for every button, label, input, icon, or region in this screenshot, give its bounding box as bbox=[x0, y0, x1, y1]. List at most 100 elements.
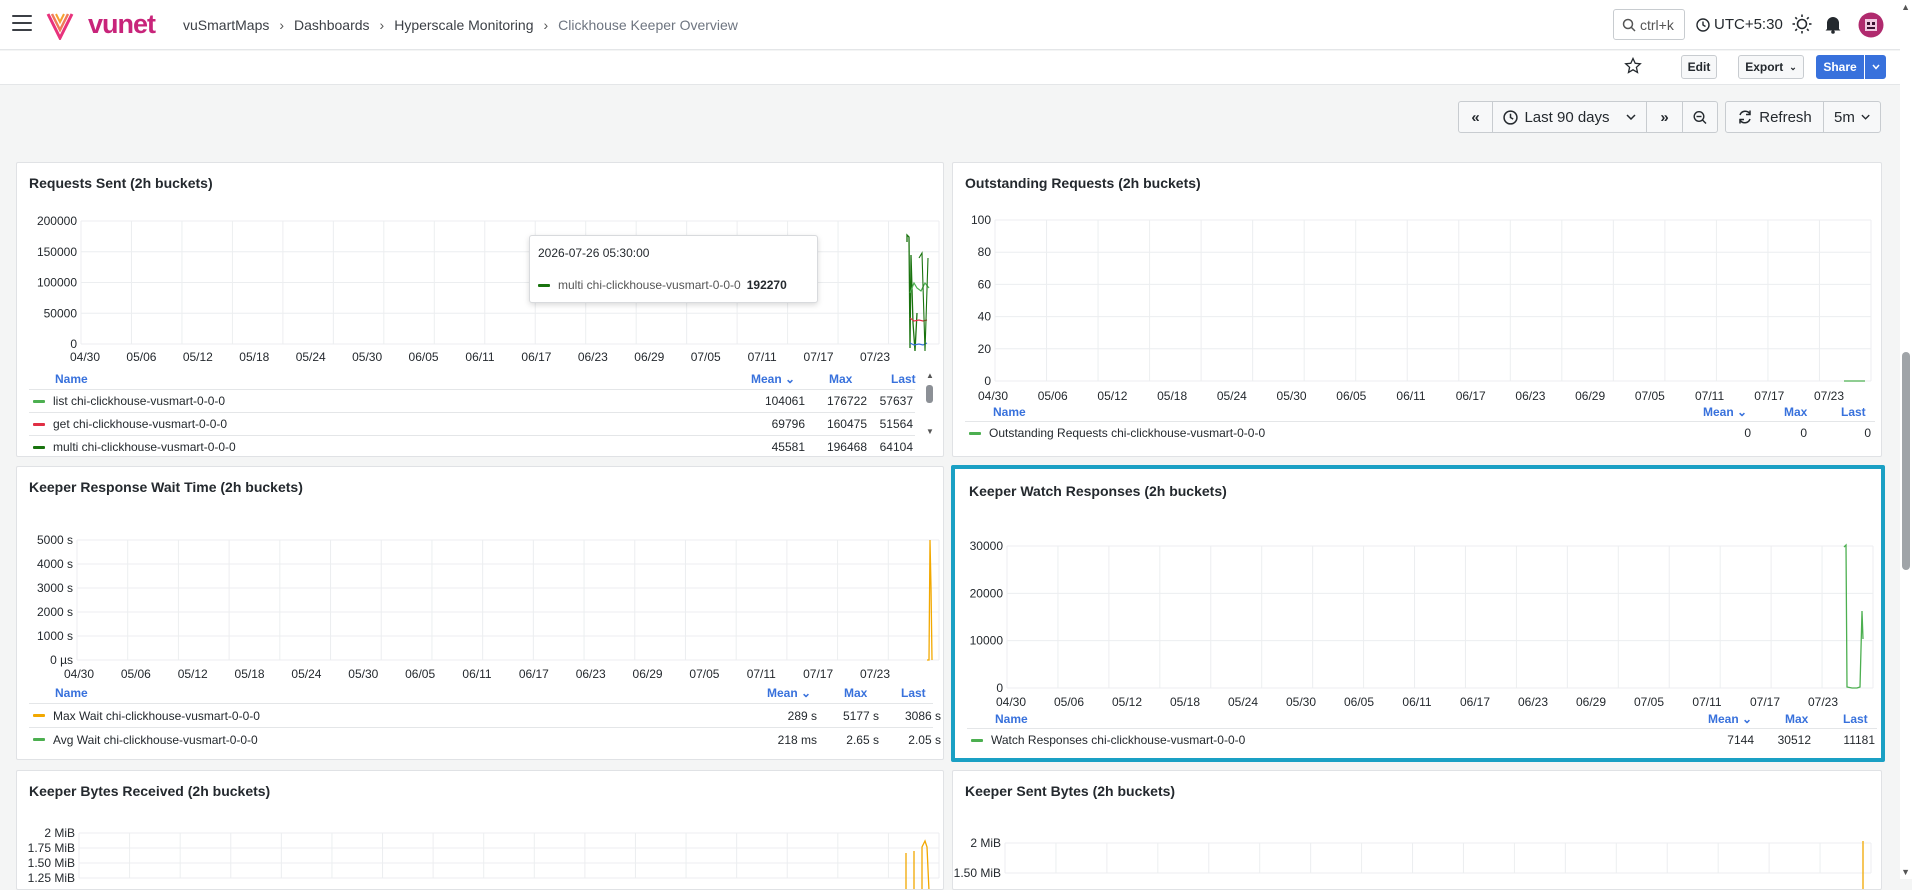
zoom-out-icon bbox=[1693, 110, 1707, 124]
refresh-icon bbox=[1739, 110, 1751, 124]
x-tick-label: 04/30 bbox=[64, 667, 94, 681]
x-tick-label: 05/24 bbox=[1228, 695, 1258, 709]
export-button[interactable]: Export ⌄ bbox=[1738, 55, 1804, 79]
refresh-interval-button[interactable]: 5m bbox=[1824, 102, 1880, 132]
y-tick-label: 4000 s bbox=[37, 557, 73, 571]
legend-row[interactable]: Avg Wait chi-clickhouse-vusmart-0-0-0 218… bbox=[29, 727, 941, 751]
sun-icon[interactable] bbox=[1792, 14, 1812, 34]
legend-mean-header[interactable]: Mean ⌄ bbox=[751, 372, 795, 386]
legend-last-header[interactable]: Last bbox=[1841, 405, 1866, 419]
y-tick-label: 3000 s bbox=[37, 581, 73, 595]
x-tick-label: 04/30 bbox=[996, 695, 1026, 709]
legend-max-value: 160475 bbox=[826, 417, 867, 431]
x-tick-label: 06/17 bbox=[1460, 695, 1490, 709]
breadcrumb-item[interactable]: Dashboards bbox=[294, 17, 370, 33]
x-tick-label: 05/30 bbox=[1277, 389, 1307, 403]
legend-max-header[interactable]: Max bbox=[1785, 712, 1808, 726]
legend-max-header[interactable]: Max bbox=[844, 686, 867, 700]
share-button[interactable]: Share bbox=[1816, 55, 1864, 79]
x-tick-label: 07/23 bbox=[1814, 389, 1844, 403]
legend-row[interactable]: Max Wait chi-clickhouse-vusmart-0-0-0 289… bbox=[29, 703, 941, 727]
scroll-down-icon[interactable]: ▼ bbox=[1901, 867, 1910, 877]
avatar[interactable] bbox=[1858, 12, 1884, 38]
legend-row[interactable]: multi chi-clickhouse-vusmart-0-0-0 45581 1… bbox=[29, 435, 915, 456]
legend-mean-value: 104061 bbox=[764, 394, 805, 408]
series-swatch bbox=[971, 738, 983, 742]
x-tick-label: 05/30 bbox=[352, 350, 382, 364]
scroll-thumb[interactable] bbox=[926, 385, 933, 403]
x-tick-label: 07/23 bbox=[860, 350, 890, 364]
legend-series-name: Outstanding Requests chi-clickhouse-vusm… bbox=[989, 426, 1266, 440]
legend-last-value: 11181 bbox=[1843, 733, 1875, 747]
x-tick-label: 07/23 bbox=[1808, 695, 1838, 709]
legend-row[interactable]: Outstanding Requests chi-clickhouse-vusm… bbox=[965, 421, 1875, 444]
breadcrumb-item[interactable]: Hyperscale Monitoring bbox=[394, 17, 533, 33]
chevron-down-icon bbox=[1861, 114, 1870, 120]
x-tick-label: 06/11 bbox=[1402, 695, 1431, 709]
panel-keeper-watch-responses[interactable]: Keeper Watch Responses (2h buckets) 3000… bbox=[951, 465, 1885, 762]
search-button[interactable]: ctrl+k bbox=[1613, 9, 1685, 40]
y-tick-label: 150000 bbox=[37, 245, 77, 259]
x-tick-label: 05/18 bbox=[239, 350, 269, 364]
scroll-down-icon[interactable]: ▼ bbox=[926, 427, 934, 436]
share-dropdown-button[interactable] bbox=[1865, 55, 1886, 79]
legend-last-header[interactable]: Last bbox=[891, 372, 916, 386]
legend-mean-value: 289 s bbox=[787, 708, 817, 723]
y-tick-label: 2 MiB bbox=[44, 826, 75, 840]
breadcrumb-item[interactable]: vuSmartMaps bbox=[183, 17, 269, 33]
legend-name-header[interactable]: Name bbox=[55, 686, 88, 700]
legend-mean-header[interactable]: Mean ⌄ bbox=[1708, 712, 1752, 726]
legend-name-header[interactable]: Name bbox=[995, 712, 1028, 726]
legend-max-header[interactable]: Max bbox=[1784, 405, 1807, 419]
star-icon[interactable] bbox=[1624, 57, 1642, 75]
x-tick-label: 04/30 bbox=[978, 389, 1008, 403]
scroll-up-icon[interactable]: ▲ bbox=[926, 371, 934, 380]
legend-max-header[interactable]: Max bbox=[829, 372, 852, 386]
legend-scrollbar[interactable]: ▲ ▼ bbox=[924, 371, 936, 441]
x-tick-label: 05/24 bbox=[291, 667, 321, 681]
legend-row[interactable]: get chi-clickhouse-vusmart-0-0-0 69796 160… bbox=[29, 412, 915, 435]
time-forward-button[interactable]: » bbox=[1647, 102, 1683, 132]
legend-mean-header[interactable]: Mean ⌄ bbox=[767, 686, 811, 700]
search-shortcut: ctrl+k bbox=[1640, 16, 1674, 33]
legend-name-header[interactable]: Name bbox=[993, 405, 1026, 419]
sent-bytes-chart[interactable]: 2 MiB 1.50 MiB bbox=[953, 771, 1882, 890]
x-tick-label: 06/05 bbox=[405, 667, 435, 681]
zoom-out-button[interactable] bbox=[1683, 102, 1717, 132]
bell-icon[interactable] bbox=[1824, 14, 1842, 34]
time-back-button[interactable]: « bbox=[1459, 102, 1493, 132]
panel-keeper-sent-bytes: Keeper Sent Bytes (2h buckets) 2 MiB 1.50… bbox=[952, 770, 1882, 890]
legend-mean-header[interactable]: Mean ⌄ bbox=[1703, 405, 1747, 419]
x-tick-label: 07/11 bbox=[748, 350, 777, 364]
breadcrumb-current: Clickhouse Keeper Overview bbox=[558, 17, 738, 33]
legend-last-header[interactable]: Last bbox=[1843, 712, 1868, 726]
timezone-display[interactable]: UTC+5:30 bbox=[1696, 16, 1783, 33]
legend-last-header[interactable]: Last bbox=[901, 686, 926, 700]
tooltip-time: 2026-07-26 05:30:00 bbox=[538, 246, 650, 260]
series-swatch bbox=[538, 283, 550, 287]
time-range-button[interactable]: Last 90 days bbox=[1493, 102, 1647, 132]
series-swatch bbox=[33, 445, 45, 449]
page-scroll-thumb[interactable] bbox=[1902, 352, 1910, 570]
page-scrollbar[interactable]: ▲ ▼ bbox=[1900, 0, 1912, 879]
menu-icon[interactable] bbox=[12, 15, 32, 33]
legend-series-name: list chi-clickhouse-vusmart-0-0-0 bbox=[53, 394, 226, 408]
panel-requests-sent: Requests Sent (2h buckets) 200000 150000 1… bbox=[16, 162, 944, 457]
y-tick-label: 20 bbox=[978, 342, 992, 356]
scroll-up-icon[interactable]: ▲ bbox=[1901, 2, 1910, 12]
edit-button[interactable]: Edit bbox=[1681, 55, 1717, 79]
legend-row[interactable]: Watch Responses chi-clickhouse-vusmart-0… bbox=[967, 728, 1877, 751]
x-tick-label: 06/29 bbox=[1575, 389, 1605, 403]
x-tick-label: 06/11 bbox=[465, 350, 494, 364]
x-tick-label: 05/12 bbox=[1112, 695, 1142, 709]
y-tick-label: 1.25 MiB bbox=[28, 871, 75, 885]
x-tick-label: 06/17 bbox=[1456, 389, 1486, 403]
bytes-received-chart[interactable]: 2 MiB1.75 MiB1.50 MiB1.25 MiB bbox=[17, 771, 944, 890]
legend-row[interactable]: list chi-clickhouse-vusmart-0-0-0 104061 1… bbox=[29, 389, 915, 412]
refresh-button[interactable]: Refresh bbox=[1726, 102, 1824, 132]
dashboard-toolbar: Edit Export ⌄ Share bbox=[0, 51, 1900, 85]
x-tick-label: 07/17 bbox=[803, 667, 833, 681]
legend-name-header[interactable]: Name bbox=[55, 372, 88, 386]
legend-mean-value: 218 ms bbox=[777, 732, 817, 747]
x-tick-label: 06/23 bbox=[1518, 695, 1548, 709]
